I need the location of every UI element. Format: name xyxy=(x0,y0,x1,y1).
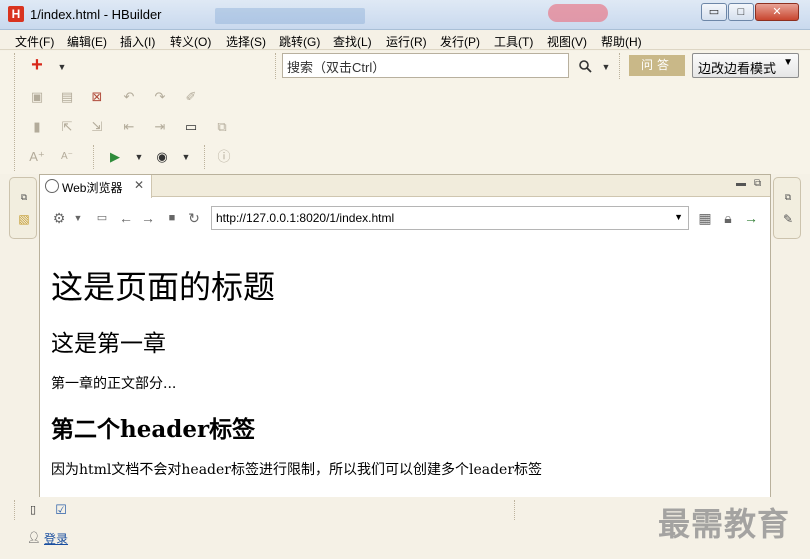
chapter-one-body: 第一章的正文部分... xyxy=(51,376,177,392)
uncomment-icon[interactable]: ⧉ xyxy=(214,119,230,135)
undo-icon[interactable]: ↶ xyxy=(121,89,137,105)
next-bookmark-icon[interactable]: ⇲ xyxy=(89,119,105,135)
background-window-badge xyxy=(548,4,608,22)
project-explorer-icon[interactable]: ▧ xyxy=(16,212,32,228)
left-side-panel: ⧉ ▧ xyxy=(9,177,37,239)
new-file-icon[interactable]: + xyxy=(29,55,45,77)
browser-dropdown-caret-icon[interactable]: ▼ xyxy=(178,149,194,165)
globe-icon xyxy=(45,179,59,193)
stop-icon[interactable]: ■ xyxy=(163,209,181,227)
close-button[interactable]: ✕ xyxy=(755,3,799,21)
background-window-tab xyxy=(215,8,365,24)
console-icon[interactable]: ▭ xyxy=(93,209,111,227)
menu-help[interactable]: 帮助(H) xyxy=(601,33,642,50)
menu-find[interactable]: 查找(L) xyxy=(333,33,372,50)
toolbar-separator xyxy=(514,500,515,520)
task-checklist-icon[interactable]: ☑ xyxy=(53,502,69,518)
menu-insert[interactable]: 插入(I) xyxy=(120,33,155,50)
save-icon[interactable]: ▣ xyxy=(29,89,45,105)
refresh-icon[interactable]: ↻ xyxy=(185,209,203,227)
info-icon[interactable]: ⓘ xyxy=(216,149,232,165)
minimize-button[interactable]: ▭ xyxy=(701,3,727,21)
restore-icon[interactable]: ⧉ xyxy=(16,192,32,208)
menu-publish[interactable]: 发行(P) xyxy=(440,33,480,50)
search-dropdown-caret-icon[interactable]: ▼ xyxy=(598,59,614,75)
menu-bar: 文件(F) 编辑(E) 插入(I) 转义(O) 选择(S) 跳转(G) 查找(L… xyxy=(0,30,810,50)
new-view-icon[interactable]: ▯ xyxy=(25,502,41,518)
goto-end-icon[interactable]: ⇥ xyxy=(152,119,168,135)
status-area: ▯ ☑ 👤︎ 登录 最需教育 xyxy=(0,497,810,559)
redo-icon[interactable]: ↷ xyxy=(152,89,168,105)
menu-escape[interactable]: 转义(O) xyxy=(170,33,211,50)
url-text: http://127.0.0.1:8020/1/index.html xyxy=(216,211,395,225)
lock-icon[interactable]: 🔒︎ xyxy=(719,209,737,227)
restore-icon[interactable]: ⧉ xyxy=(780,192,796,208)
menu-file[interactable]: 文件(F) xyxy=(15,33,54,50)
user-icon: 👤︎ xyxy=(27,532,41,544)
toolbar-grip xyxy=(14,53,15,171)
font-decrease-icon[interactable]: A⁻ xyxy=(59,149,75,165)
comment-icon[interactable]: ▭ xyxy=(183,119,199,135)
toolbar-separator xyxy=(619,53,620,79)
save-all-icon[interactable]: ▤ xyxy=(59,89,75,105)
watermark: 最需教育 xyxy=(658,505,791,543)
outline-edit-icon[interactable]: ✎ xyxy=(780,212,796,228)
toolbar-grip xyxy=(14,500,15,520)
menu-tools[interactable]: 工具(T) xyxy=(494,33,533,50)
bookmark-icon[interactable]: ▮ xyxy=(29,119,45,135)
minimize-panel-icon[interactable]: ▬ xyxy=(736,178,746,189)
new-dropdown-caret-icon[interactable]: ▼ xyxy=(54,59,70,75)
font-increase-icon[interactable]: A⁺ xyxy=(29,149,45,165)
view-mode-label: 边改边看模式 xyxy=(698,61,777,76)
right-side-panel: ⧉ ✎ xyxy=(773,177,801,239)
second-header-body: 因为html文档不会对header标签进行限制，所以我们可以创建多个leader… xyxy=(51,462,543,478)
web-browser-panel: Web浏览器 ✕ ▬ ⧉ ⚙ ▼ ▭ ← → ■ ↻ http://127.0.… xyxy=(39,174,771,497)
close-icon[interactable]: ✕ xyxy=(134,178,144,192)
toolbar-area: + ▼ 搜索（双击Ctrl） ▼ 问答 边改边看模式 ▼ ▣ ▤ ⊠ ↶ ↷ ✐… xyxy=(0,51,810,174)
tab-label: Web浏览器 xyxy=(62,181,123,195)
run-dropdown-caret-icon[interactable]: ▼ xyxy=(131,149,147,165)
hbuilder-logo-icon: H xyxy=(8,6,24,22)
login-link[interactable]: 登录 xyxy=(44,530,68,547)
maximize-panel-icon[interactable]: ⧉ xyxy=(754,178,761,189)
run-icon[interactable]: ▶ xyxy=(107,149,123,165)
maximize-button[interactable]: □ xyxy=(728,3,754,21)
forward-icon[interactable]: → xyxy=(139,209,157,227)
view-mode-select[interactable]: 边改边看模式 ▼ xyxy=(692,53,799,78)
ask-button[interactable]: 问答 xyxy=(629,55,685,76)
search-icon[interactable] xyxy=(577,59,593,75)
menu-view[interactable]: 视图(V) xyxy=(547,33,587,50)
format-icon[interactable]: ✐ xyxy=(183,89,199,105)
chapter-one-heading: 这是第一章 xyxy=(51,331,166,357)
browser-tab-bar: Web浏览器 ✕ ▬ ⧉ xyxy=(40,175,770,198)
browser-nav-bar: ⚙ ▼ ▭ ← → ■ ↻ http://127.0.0.1:8020/1/in… xyxy=(40,198,770,238)
search-input[interactable]: 搜索（双击Ctrl） xyxy=(282,53,569,78)
chevron-down-icon[interactable]: ▼ xyxy=(674,212,683,222)
menu-run[interactable]: 运行(R) xyxy=(386,33,427,50)
menu-goto[interactable]: 跳转(G) xyxy=(279,33,320,50)
menu-edit[interactable]: 编辑(E) xyxy=(67,33,107,50)
goto-start-icon[interactable]: ⇤ xyxy=(121,119,137,135)
window-title: 1/index.html - HBuilder xyxy=(30,7,162,22)
menu-select[interactable]: 选择(S) xyxy=(226,33,266,50)
chevron-down-icon: ▼ xyxy=(783,57,793,68)
browser-icon[interactable]: ◉ xyxy=(154,149,170,165)
gear-icon[interactable]: ⚙ xyxy=(50,209,68,227)
toolbar-separator xyxy=(204,145,205,169)
second-header-heading: 第二个header标签 xyxy=(51,416,256,443)
close-file-icon[interactable]: ⊠ xyxy=(89,89,105,105)
toolbar-separator xyxy=(275,53,276,79)
go-arrow-icon[interactable]: → xyxy=(742,209,760,227)
settings-dropdown-caret-icon[interactable]: ▼ xyxy=(69,209,87,227)
back-icon[interactable]: ← xyxy=(117,209,135,227)
page-heading-h1: 这是页面的标题 xyxy=(51,268,276,306)
title-bar: H 1/index.html - HBuilder ▭ □ ✕ xyxy=(0,0,810,30)
previous-bookmark-icon[interactable]: ⇱ xyxy=(59,119,75,135)
qr-code-icon[interactable]: ▦ xyxy=(696,209,714,227)
toolbar-separator xyxy=(93,145,94,169)
url-input[interactable]: http://127.0.0.1:8020/1/index.html ▼ xyxy=(211,206,689,230)
rendered-page: 这是页面的标题 这是第一章 第一章的正文部分... 第二个header标签 因为… xyxy=(40,239,770,497)
tab-web-browser[interactable]: Web浏览器 ✕ xyxy=(40,175,152,198)
